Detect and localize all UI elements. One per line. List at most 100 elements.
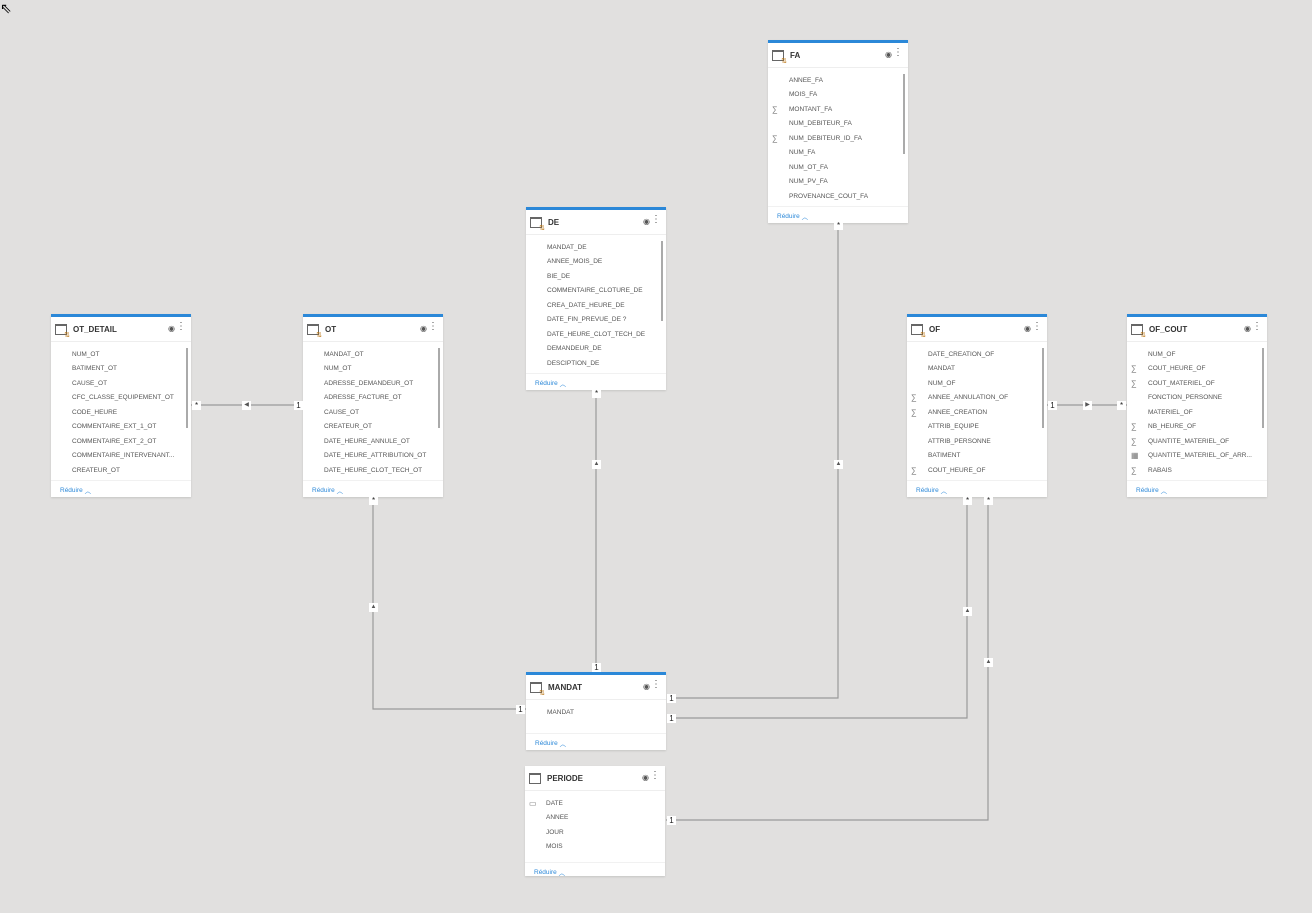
table-card-de[interactable]: DE ◉ ⋮ MANDAT_DE ANNEE_MOIS_DE BIE_DE COMME… — [526, 207, 666, 390]
collapse-button[interactable]: Réduire ︿ — [526, 733, 666, 752]
visibility-eye-icon[interactable]: ◉ — [643, 217, 650, 226]
field-list[interactable]: ▭ DATE ANNEE JOUR MOIS — [525, 791, 665, 862]
table-card-ofc[interactable]: OF_COUT ◉ ⋮ NUM_OF ∑ COUT_HEURE_OF ∑ COUT_MA… — [1127, 314, 1267, 497]
field-item[interactable]: DATE_CREATION_OF — [907, 347, 1047, 362]
field-item[interactable]: MOIS_FA — [768, 88, 908, 103]
scrollbar[interactable] — [1262, 348, 1264, 428]
field-item[interactable]: ADRESSE_FACTURE_OT — [303, 391, 443, 406]
more-options-icon[interactable]: ⋮ — [893, 48, 903, 58]
field-list[interactable]: NUM_OT BATIMENT_OT CAUSE_OT CFC_CLASSE_EQUI… — [51, 342, 191, 480]
field-item[interactable]: ∑ NUM_DEBITEUR_ID_FA — [768, 131, 908, 146]
table-header[interactable]: DE ◉ ⋮ — [526, 210, 666, 235]
field-item[interactable]: CFC_CLASSE_EQUIPEMENT_OT — [51, 391, 191, 406]
field-item[interactable]: DATE_HEURE_ANNULE_OT — [303, 434, 443, 449]
visibility-eye-icon[interactable]: ◉ — [1244, 324, 1251, 333]
field-list[interactable]: MANDAT_OT NUM_OT ADRESSE_DEMANDEUR_OT ADRES… — [303, 342, 443, 480]
field-item[interactable]: ▦ QUANTITE_MATERIEL_OF_ARR... — [1127, 449, 1267, 464]
table-card-fa[interactable]: FA ◉ ⋮ ANNEE_FA MOIS_FA ∑ MONTANT_FA NUM_DEB… — [768, 40, 908, 223]
field-item[interactable]: NUM_DEBITEUR_FA — [768, 117, 908, 132]
rel-line-fa-mandat[interactable] — [667, 225, 839, 699]
more-options-icon[interactable]: ⋮ — [176, 322, 186, 332]
table-card-of[interactable]: OF ◉ ⋮ DATE_CREATION_OF MANDAT NUM_OF ∑ ANNE… — [907, 314, 1047, 497]
field-item[interactable]: MATERIEL_OF — [1127, 405, 1267, 420]
field-item[interactable]: ATTRIB_EQUIPE — [907, 420, 1047, 435]
field-item[interactable]: CODE_HEURE — [51, 405, 191, 420]
field-item[interactable]: ANNEE_FA — [768, 73, 908, 88]
field-item[interactable]: ANNEE_MOIS_DE — [526, 255, 666, 270]
more-options-icon[interactable]: ⋮ — [1252, 322, 1262, 332]
field-item[interactable]: MANDAT_DE — [526, 240, 666, 255]
table-header[interactable]: OF_COUT ◉ ⋮ — [1127, 317, 1267, 342]
field-item[interactable]: DATE_HEURE_ATTRIBUTION_OT — [303, 449, 443, 464]
field-item[interactable]: ∑ COUT_HEURE_OF — [907, 463, 1047, 478]
field-item[interactable]: NUM_OF — [1127, 347, 1267, 362]
field-item[interactable]: PROVENANCE_COUT_FA — [768, 189, 908, 204]
table-header[interactable]: FA ◉ ⋮ — [768, 43, 908, 68]
field-item[interactable]: ∑ RABAIS — [1127, 463, 1267, 478]
field-item[interactable]: DEMANDEUR_DE — [526, 342, 666, 357]
visibility-eye-icon[interactable]: ◉ — [643, 682, 650, 691]
field-item[interactable]: DATE_FIN_PREVUE_DE ? — [526, 313, 666, 328]
field-list[interactable]: ANNEE_FA MOIS_FA ∑ MONTANT_FA NUM_DEBITEUR_F… — [768, 68, 908, 206]
visibility-eye-icon[interactable]: ◉ — [168, 324, 175, 333]
field-item[interactable]: NUM_PV_FA — [768, 175, 908, 190]
table-card-mandat[interactable]: MANDAT ◉ ⋮ MANDAT Réduire ︿ — [526, 672, 666, 750]
rel-line-ot-mandat[interactable] — [372, 500, 526, 710]
visibility-eye-icon[interactable]: ◉ — [420, 324, 427, 333]
field-item[interactable]: CREATEUR_OT — [51, 463, 191, 478]
scrollbar[interactable] — [661, 241, 663, 321]
field-item[interactable]: MANDAT — [907, 362, 1047, 377]
field-item[interactable]: COMMENTAIRE_EXT_2_OT — [51, 434, 191, 449]
field-item[interactable]: CAUSE_OT — [303, 405, 443, 420]
rel-line-of-periode[interactable] — [666, 500, 989, 821]
more-options-icon[interactable]: ⋮ — [651, 215, 661, 225]
field-item[interactable]: COMMENTAIRE_INTERVENANT... — [51, 449, 191, 464]
collapse-button[interactable]: Réduire ︿ — [907, 480, 1047, 499]
field-list[interactable]: MANDAT — [526, 700, 666, 733]
field-item[interactable]: CAUSE_OT — [51, 376, 191, 391]
field-item[interactable]: ∑ COUT_MATERIEL_OF — [1127, 376, 1267, 391]
field-item[interactable]: ∑ MONTANT_FA — [768, 102, 908, 117]
more-options-icon[interactable]: ⋮ — [1032, 322, 1042, 332]
field-item[interactable]: ∑ QUANTITE_MATERIEL_OF — [1127, 434, 1267, 449]
scrollbar[interactable] — [438, 348, 440, 428]
visibility-eye-icon[interactable]: ◉ — [1024, 324, 1031, 333]
field-item[interactable]: ∑ ANNEE_CREATION — [907, 405, 1047, 420]
field-item[interactable]: COMMENTAIRE_EXT_1_OT — [51, 420, 191, 435]
table-header[interactable]: MANDAT ◉ ⋮ — [526, 675, 666, 700]
field-item[interactable]: JOUR — [525, 825, 665, 840]
scrollbar[interactable] — [1042, 348, 1044, 428]
table-card-otd[interactable]: OT_DETAIL ◉ ⋮ NUM_OT BATIMENT_OT CAUSE_OT C… — [51, 314, 191, 497]
field-item[interactable]: ▭ DATE — [525, 796, 665, 811]
field-item[interactable]: MANDAT_OT — [303, 347, 443, 362]
field-item[interactable]: BATIMENT_OT — [51, 362, 191, 377]
field-item[interactable]: ATTRIB_PERSONNE — [907, 434, 1047, 449]
field-item[interactable]: NUM_OF — [907, 376, 1047, 391]
more-options-icon[interactable]: ⋮ — [651, 680, 661, 690]
scrollbar[interactable] — [903, 74, 905, 154]
table-header[interactable]: PERIODE ◉ ⋮ — [525, 766, 665, 791]
visibility-eye-icon[interactable]: ◉ — [885, 50, 892, 59]
field-item[interactable]: BIE_DE — [526, 269, 666, 284]
table-card-ot[interactable]: OT ◉ ⋮ MANDAT_OT NUM_OT ADRESSE_DEMANDEUR_… — [303, 314, 443, 497]
field-list[interactable]: DATE_CREATION_OF MANDAT NUM_OF ∑ ANNEE_ANNUL… — [907, 342, 1047, 480]
table-card-periode[interactable]: PERIODE ◉ ⋮ ▭ DATE ANNEE JOUR MOIS Réduire ︿ — [525, 766, 665, 877]
field-item[interactable]: NUM_FA — [768, 146, 908, 161]
more-options-icon[interactable]: ⋮ — [650, 771, 660, 781]
rel-line-of-mandat[interactable] — [667, 500, 968, 719]
collapse-button[interactable]: Réduire ︿ — [525, 862, 665, 881]
field-item[interactable]: MOIS — [525, 840, 665, 855]
field-item[interactable]: COMMENTAIRE_CLOTURE_DE — [526, 284, 666, 299]
field-item[interactable]: MANDAT — [526, 705, 666, 720]
field-item[interactable]: FONCTION_PERSONNE — [1127, 391, 1267, 406]
field-item[interactable]: DATE_HEURE_CLOT_TECH_DE — [526, 327, 666, 342]
field-item[interactable]: NUM_OT — [303, 362, 443, 377]
field-item[interactable]: TITRE_PV_FA — [768, 204, 908, 207]
visibility-eye-icon[interactable]: ◉ — [642, 773, 649, 782]
collapse-button[interactable]: Réduire ︿ — [51, 480, 191, 499]
table-header[interactable]: OT ◉ ⋮ — [303, 317, 443, 342]
table-header[interactable]: OF ◉ ⋮ — [907, 317, 1047, 342]
field-item[interactable]: ∑ COUT_HEURE_OF — [1127, 362, 1267, 377]
field-list[interactable]: MANDAT_DE ANNEE_MOIS_DE BIE_DE COMMENTAIRE_… — [526, 235, 666, 373]
field-item[interactable]: BATIMENT — [907, 449, 1047, 464]
